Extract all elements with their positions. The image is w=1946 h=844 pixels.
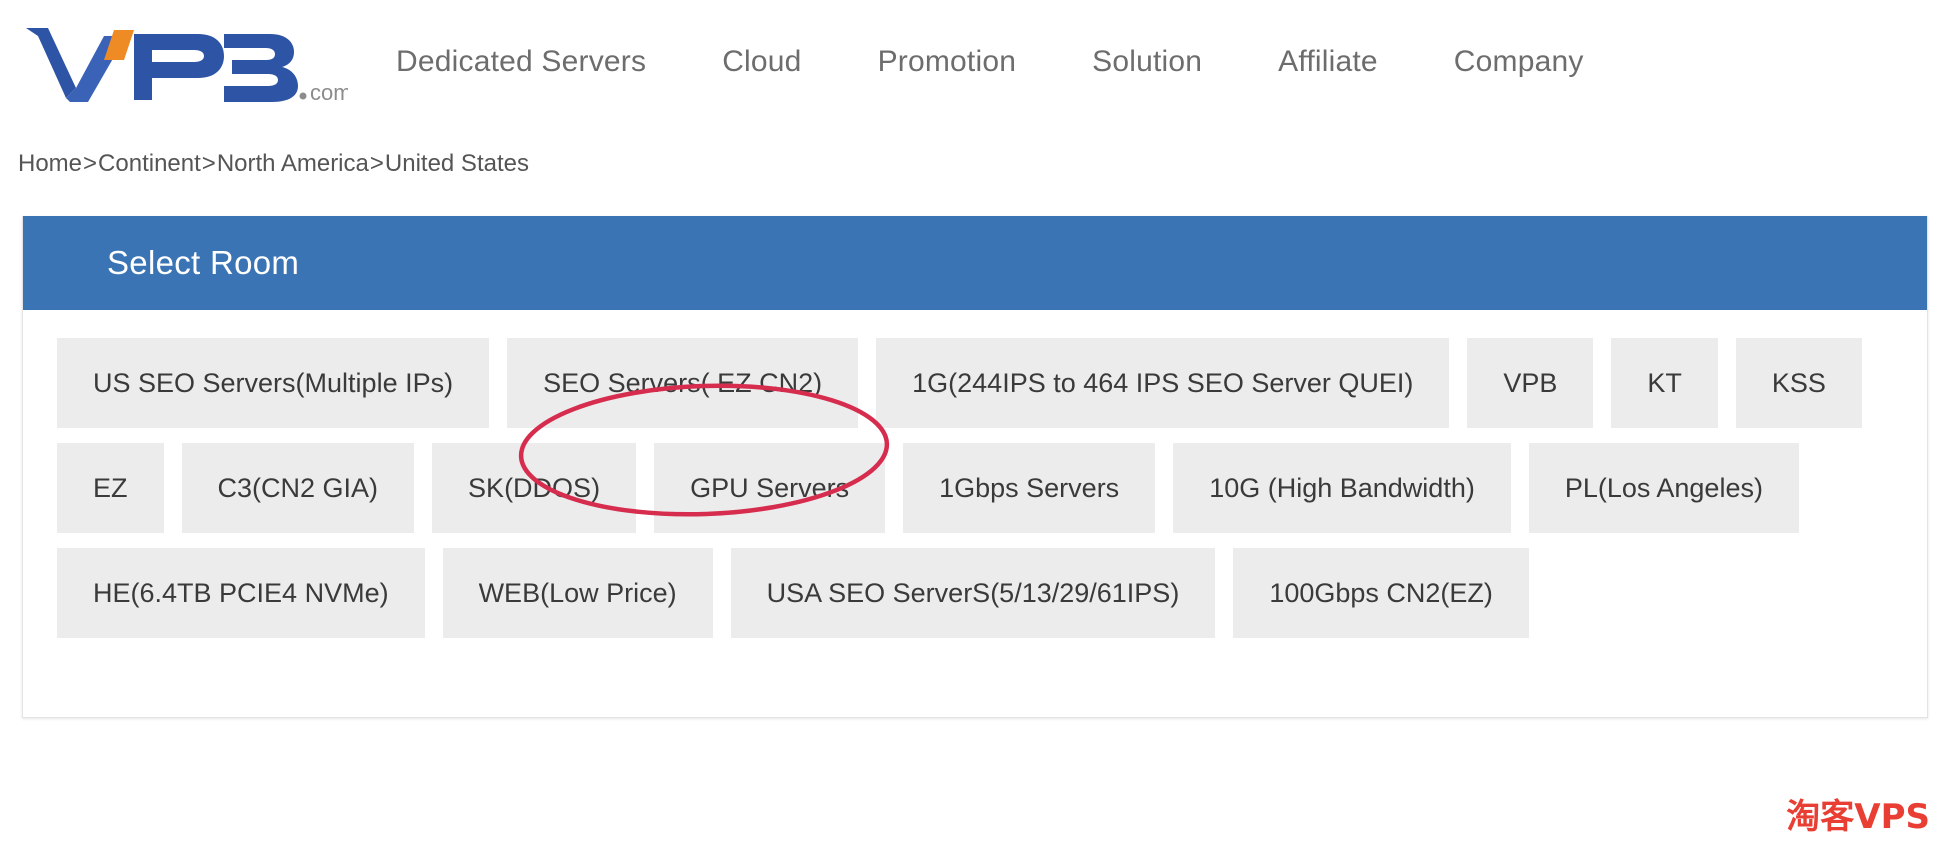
nav-item-company[interactable]: Company: [1416, 45, 1622, 79]
site-header: com Dedicated Servers Cloud Promotion So…: [0, 0, 1946, 124]
room-button-kss[interactable]: KSS: [1735, 338, 1862, 428]
breadcrumb-item-united-states[interactable]: United States: [385, 150, 529, 178]
room-button-c3-cn2-gia[interactable]: C3(CN2 GIA): [181, 443, 415, 533]
page-root: com Dedicated Servers Cloud Promotion So…: [0, 0, 1946, 844]
room-button-10g-high-bandwidth[interactable]: 10G (High Bandwidth): [1173, 443, 1511, 533]
main-navigation: Dedicated Servers Cloud Promotion Soluti…: [348, 0, 1946, 124]
room-row: HE(6.4TB PCIE4 NVMe) WEB(Low Price) USA …: [57, 548, 1893, 638]
svg-text:com: com: [310, 80, 348, 105]
logo-vpb-icon: com: [26, 28, 348, 105]
breadcrumb-separator: >: [201, 150, 216, 177]
site-logo[interactable]: com: [18, 16, 348, 108]
room-button-he-6-4tb-pcie4-nvme[interactable]: HE(6.4TB PCIE4 NVMe): [57, 548, 425, 638]
breadcrumb-item-north-america[interactable]: North America: [217, 150, 369, 178]
room-button-us-seo-servers-multiple-ips[interactable]: US SEO Servers(Multiple IPs): [57, 338, 490, 428]
nav-item-dedicated-servers[interactable]: Dedicated Servers: [358, 45, 684, 79]
room-button-sk-ddos[interactable]: SK(DDOS): [432, 443, 637, 533]
breadcrumb-separator: >: [83, 150, 98, 177]
room-row: EZ C3(CN2 GIA) SK(DDOS) GPU Servers 1Gbp…: [57, 443, 1893, 533]
breadcrumb-item-home[interactable]: Home: [18, 150, 82, 178]
select-room-panel: Select Room US SEO Servers(Multiple IPs)…: [22, 216, 1928, 718]
room-button-vpb[interactable]: VPB: [1467, 338, 1594, 428]
watermark: 淘客VPS: [1786, 797, 1930, 837]
nav-item-promotion[interactable]: Promotion: [840, 45, 1055, 79]
room-button-pl-los-angeles[interactable]: PL(Los Angeles): [1528, 443, 1799, 533]
page-title: Select Room: [107, 244, 300, 281]
room-button-ez[interactable]: EZ: [57, 443, 164, 533]
select-room-panel-body: US SEO Servers(Multiple IPs) SEO Servers…: [23, 310, 1927, 678]
room-button-web-low-price[interactable]: WEB(Low Price): [442, 548, 713, 638]
breadcrumb-item-continent[interactable]: Continent: [98, 150, 201, 178]
nav-item-solution[interactable]: Solution: [1054, 45, 1240, 79]
room-button-1gbps-servers[interactable]: 1Gbps Servers: [903, 443, 1156, 533]
room-button-kt[interactable]: KT: [1611, 338, 1718, 428]
room-button-usa-seo-servers-5-13-29-61ips[interactable]: USA SEO ServerS(5/13/29/61IPS): [730, 548, 1216, 638]
room-row: US SEO Servers(Multiple IPs) SEO Servers…: [57, 338, 1893, 428]
breadcrumb-separator: >: [369, 150, 384, 177]
select-room-panel-header: Select Room: [23, 216, 1927, 310]
room-button-100gbps-cn2-ez[interactable]: 100Gbps CN2(EZ): [1233, 548, 1529, 638]
room-button-seo-servers-ez-cn2[interactable]: SEO Servers( EZ CN2): [507, 338, 859, 428]
room-button-gpu-servers[interactable]: GPU Servers: [654, 443, 886, 533]
nav-item-cloud[interactable]: Cloud: [684, 45, 839, 79]
room-button-1g-244ips-to-464-ips-seo-server-quei[interactable]: 1G(244IPS to 464 IPS SEO Server QUEI): [876, 338, 1450, 428]
breadcrumb: Home > Continent > North America > Unite…: [0, 124, 1946, 204]
nav-item-affiliate[interactable]: Affiliate: [1240, 45, 1416, 79]
